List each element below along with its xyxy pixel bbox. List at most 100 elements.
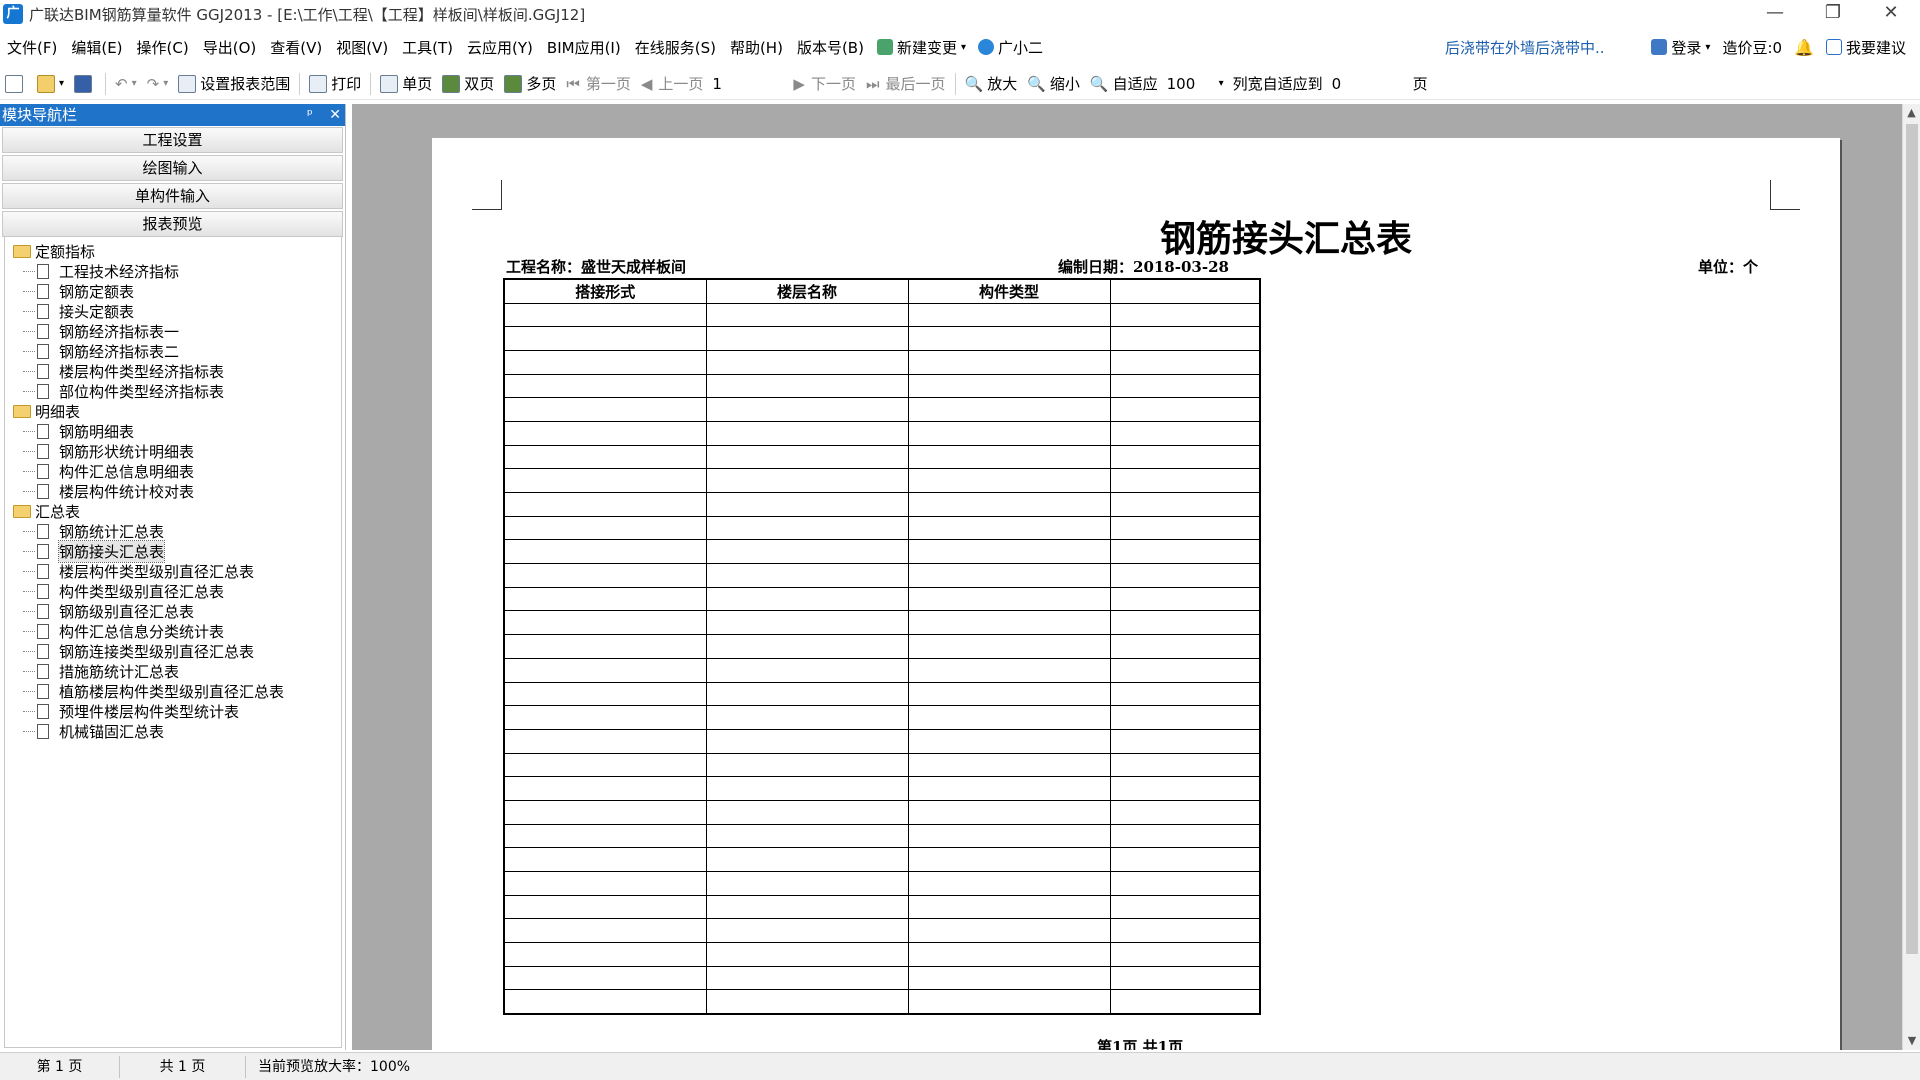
document-icon bbox=[37, 383, 49, 399]
menu-operate[interactable]: 操作(C) bbox=[130, 37, 196, 58]
tree-item[interactable]: 钢筋明细表 bbox=[5, 421, 341, 441]
table-cell bbox=[907, 373, 1111, 399]
tree-item[interactable]: 楼层构件类型经济指标表 bbox=[5, 361, 341, 381]
tab-project-settings[interactable]: 工程设置 bbox=[2, 127, 343, 153]
table-cell bbox=[503, 563, 707, 588]
tab-report-preview[interactable]: 报表预览 bbox=[2, 211, 343, 237]
menu-export[interactable]: 导出(O) bbox=[196, 37, 264, 58]
tree-item[interactable]: 部位构件类型经济指标表 bbox=[5, 381, 341, 401]
tree-folder-summary[interactable]: 汇总表 bbox=[5, 501, 341, 521]
notification-bell[interactable]: 🔔 bbox=[1788, 38, 1820, 57]
document-icon bbox=[37, 583, 49, 599]
minimize-button[interactable]: — bbox=[1746, 0, 1804, 28]
next-page-button[interactable]: ▶ 下一页 bbox=[788, 71, 861, 97]
menu-edit[interactable]: 编辑(E) bbox=[64, 37, 129, 58]
close-button[interactable]: ✕ bbox=[1862, 0, 1920, 28]
table-cell bbox=[705, 776, 909, 801]
assistant-button[interactable]: 广小二 bbox=[972, 37, 1049, 58]
menu-help[interactable]: 帮助(H) bbox=[723, 37, 790, 58]
scroll-up-icon[interactable]: ▲ bbox=[1903, 104, 1920, 122]
tree-folder-detail[interactable]: 明细表 bbox=[5, 401, 341, 421]
single-page-button[interactable]: 单页 bbox=[375, 71, 437, 97]
menu-version[interactable]: 版本号(B) bbox=[790, 37, 871, 58]
tree-item[interactable]: 楼层构件类型级别直径汇总表 bbox=[5, 561, 341, 581]
prev-page-button[interactable]: ◀ 上一页 bbox=[636, 71, 709, 97]
set-report-range-button[interactable]: 设置报表范围 bbox=[173, 71, 295, 97]
table-cell bbox=[1109, 965, 1261, 991]
print-button[interactable]: 打印 bbox=[304, 71, 366, 97]
tree-item[interactable]: 机械锚固汇总表 bbox=[5, 721, 341, 741]
close-icon[interactable]: ✕ bbox=[329, 107, 341, 123]
table-row bbox=[503, 657, 1261, 683]
table-row bbox=[503, 586, 1261, 612]
last-page-button[interactable]: ⏭ 最后一页 bbox=[861, 71, 951, 97]
tree-item[interactable]: 预埋件楼层构件类型统计表 bbox=[5, 701, 341, 721]
table-cell bbox=[503, 965, 707, 991]
feedback-button[interactable]: 我要建议 bbox=[1820, 37, 1912, 58]
tree-item[interactable]: 钢筋形状统计明细表 bbox=[5, 441, 341, 461]
table-cell bbox=[503, 468, 707, 493]
document-icon bbox=[37, 283, 49, 299]
menu-bim[interactable]: BIM应用(I) bbox=[540, 37, 628, 58]
table-row bbox=[503, 894, 1261, 920]
tree-item-selected[interactable]: 钢筋接头汇总表 bbox=[5, 539, 341, 563]
tree-item[interactable]: 接头定额表 bbox=[5, 301, 341, 321]
table-cell bbox=[705, 397, 909, 422]
menu-file[interactable]: 文件(F) bbox=[0, 37, 64, 58]
pin-icon[interactable]: ᵖ bbox=[307, 107, 313, 123]
table-cell bbox=[503, 823, 707, 849]
new-change-button[interactable]: 新建变更 ▾ bbox=[871, 37, 972, 58]
tab-drawing-input[interactable]: 绘图输入 bbox=[2, 155, 343, 181]
tree-item[interactable]: 构件汇总信息明细表 bbox=[5, 461, 341, 481]
table-row bbox=[503, 847, 1261, 872]
zoom-dropdown-icon[interactable]: ▾ bbox=[1219, 78, 1224, 89]
news-marquee[interactable]: 后浇带在外墙后浇带中.. bbox=[1445, 37, 1605, 58]
tree-item[interactable]: 钢筋经济指标表一 bbox=[5, 321, 341, 341]
restore-button[interactable]: ❐ bbox=[1804, 0, 1862, 28]
table-cell bbox=[1109, 918, 1261, 944]
tree-item[interactable]: 钢筋级别直径汇总表 bbox=[5, 601, 341, 621]
menu-online[interactable]: 在线服务(S) bbox=[628, 37, 723, 58]
tree-item[interactable]: 钢筋定额表 bbox=[5, 281, 341, 301]
save-button[interactable] bbox=[69, 71, 101, 97]
redo-button[interactable]: ↷ ▾ bbox=[142, 71, 174, 97]
tree-item[interactable]: 措施筋统计汇总表 bbox=[5, 661, 341, 681]
tree-item[interactable]: 植筋楼层构件类型级别直径汇总表 bbox=[5, 681, 341, 701]
zoom-input[interactable] bbox=[1162, 72, 1219, 95]
title-bar: 广 广联达BIM钢筋算量软件 GGJ2013 - [E:\工作\工程\【工程】样… bbox=[0, 0, 1920, 28]
table-cell bbox=[1109, 539, 1261, 565]
tree-item[interactable]: 构件汇总信息分类统计表 bbox=[5, 621, 341, 641]
table-cell bbox=[1109, 657, 1261, 683]
table-cell bbox=[1109, 563, 1261, 588]
menu-tools[interactable]: 工具(T) bbox=[395, 37, 460, 58]
table-cell bbox=[705, 989, 909, 1015]
tree-item[interactable]: 钢筋经济指标表二 bbox=[5, 341, 341, 361]
table-cell bbox=[907, 515, 1111, 541]
fit-button[interactable]: 🔍 自适应 bbox=[1085, 71, 1163, 97]
table-cell bbox=[503, 373, 707, 399]
double-page-button[interactable]: 双页 bbox=[437, 71, 499, 97]
vertical-scrollbar[interactable]: ▲ ▼ bbox=[1902, 104, 1920, 1050]
menu-view[interactable]: 视图(V) bbox=[329, 37, 395, 58]
menu-cloud[interactable]: 云应用(Y) bbox=[460, 37, 540, 58]
new-file-button[interactable] bbox=[0, 71, 32, 97]
scroll-thumb[interactable] bbox=[1906, 124, 1918, 954]
zoom-out-button[interactable]: 🔍 缩小 bbox=[1022, 71, 1085, 97]
tree-item[interactable]: 构件类型级别直径汇总表 bbox=[5, 581, 341, 601]
zoom-in-button[interactable]: 🔍 放大 bbox=[960, 71, 1023, 97]
first-page-button[interactable]: ⏮ 第一页 bbox=[561, 71, 636, 97]
tree-folder-quota[interactable]: 定额指标 bbox=[5, 241, 341, 261]
tree-item[interactable]: 钢筋统计汇总表 bbox=[5, 521, 341, 541]
multi-page-button[interactable]: 多页 bbox=[499, 71, 561, 97]
menu-view-query[interactable]: 查看(V) bbox=[263, 37, 329, 58]
open-file-button[interactable]: ▾ bbox=[32, 71, 69, 97]
tree-item[interactable]: 工程技术经济指标 bbox=[5, 261, 341, 281]
column-fit-input[interactable] bbox=[1327, 72, 1408, 95]
undo-button[interactable]: ↶ ▾ bbox=[110, 71, 142, 97]
login-button[interactable]: 登录 ▾ bbox=[1645, 37, 1716, 58]
tree-item[interactable]: 楼层构件统计校对表 bbox=[5, 481, 341, 501]
scroll-down-icon[interactable]: ▼ bbox=[1903, 1032, 1920, 1050]
page-number-input[interactable] bbox=[708, 72, 789, 95]
tree-item[interactable]: 钢筋连接类型级别直径汇总表 bbox=[5, 641, 341, 661]
tab-single-component-input[interactable]: 单构件输入 bbox=[2, 183, 343, 209]
